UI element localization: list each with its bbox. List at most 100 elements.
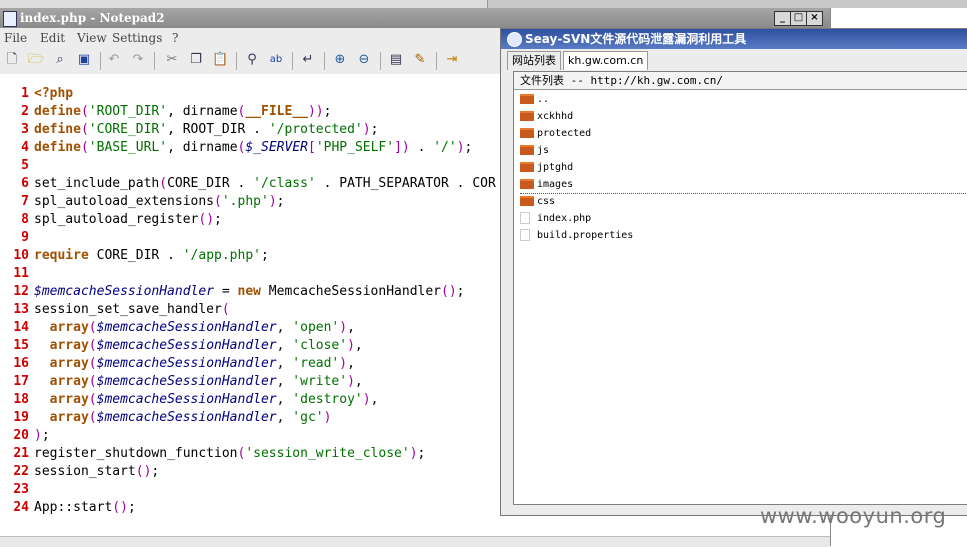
file-list-item[interactable]: index.php — [520, 211, 591, 227]
file-list-item[interactable]: protected — [520, 126, 591, 142]
menu-file[interactable]: File — [4, 31, 27, 45]
line-number: 6 — [21, 176, 29, 191]
file-list-item[interactable]: js — [520, 143, 549, 159]
tab-site-list[interactable]: 网站列表 — [507, 51, 561, 70]
close-button[interactable]: × — [806, 11, 823, 26]
redo-icon[interactable]: ↷ — [130, 52, 146, 68]
folder-icon — [520, 179, 534, 189]
save-icon[interactable]: ▣ — [76, 52, 92, 68]
file-list-item[interactable]: jptghd — [520, 160, 573, 176]
code-line: array($memcacheSessionHandler, 'gc') — [49, 410, 332, 425]
open-icon[interactable]: 🗁 — [28, 52, 44, 68]
file-name: index.php — [537, 213, 592, 224]
file-name: .. — [537, 94, 550, 105]
paste-icon[interactable]: 📋 — [212, 52, 228, 68]
wordwrap-icon[interactable]: ↵ — [300, 52, 316, 68]
seay-titlebar[interactable]: Seay-SVN文件源代码泄露漏洞利用工具 — [501, 29, 967, 49]
file-icon — [520, 212, 530, 224]
replace-icon[interactable]: ab — [268, 52, 284, 68]
notepad-titlebar[interactable]: index.php - Notepad2 _ □ × — [0, 8, 830, 28]
toolbar-divider — [236, 52, 237, 70]
file-list-header: 文件列表 -- http://kh.gw.com.cn/ — [514, 72, 967, 90]
code-line: define('BASE_URL', dirname($_SERVER['PHP… — [34, 140, 473, 155]
toolbar-divider — [436, 52, 437, 70]
undo-icon[interactable]: ↶ — [106, 52, 122, 68]
line-number: 20 — [13, 428, 29, 443]
notepad-app-icon — [3, 11, 17, 27]
file-list-item[interactable]: .. — [520, 92, 549, 108]
line-number: 17 — [13, 374, 29, 389]
line-number: 15 — [13, 338, 29, 353]
toolbar-divider — [324, 52, 325, 70]
background-window-titlebar — [487, 0, 967, 8]
menu-settings[interactable]: Settings — [112, 31, 162, 45]
settings-icon[interactable]: ✎ — [412, 52, 428, 68]
toolbar-divider — [380, 52, 381, 70]
code-line: define('CORE_DIR', ROOT_DIR . '/protecte… — [34, 122, 379, 137]
horizontal-scrollbar[interactable] — [0, 536, 830, 547]
code-line: ); — [34, 428, 50, 443]
line-number: 8 — [21, 212, 29, 227]
line-number: 10 — [13, 248, 29, 263]
line-number: 5 — [21, 158, 29, 173]
code-line: App::start(); — [34, 500, 136, 515]
line-number: 2 — [21, 104, 29, 119]
line-number: 23 — [13, 482, 29, 497]
folder-icon — [520, 94, 534, 104]
menu-edit[interactable]: Edit — [40, 31, 65, 45]
code-line: define('ROOT_DIR', dirname(__FILE__)); — [34, 104, 332, 119]
code-line: array($memcacheSessionHandler, 'read'), — [49, 356, 355, 371]
code-line: array($memcacheSessionHandler, 'close'), — [49, 338, 363, 353]
line-number: 16 — [13, 356, 29, 371]
file-name: images — [537, 179, 574, 190]
file-list-item[interactable]: build.properties — [520, 228, 633, 244]
code-line: spl_autoload_extensions('.php'); — [34, 194, 285, 209]
copy-icon[interactable]: ❐ — [188, 52, 204, 68]
cut-icon[interactable]: ✂ — [164, 52, 180, 68]
line-number: 24 — [13, 500, 29, 515]
file-name: js — [537, 145, 550, 156]
zoom-in-icon[interactable]: ⊕ — [332, 52, 348, 68]
code-line: array($memcacheSessionHandler, 'write'), — [49, 374, 363, 389]
view-icon[interactable]: ▤ — [388, 52, 404, 68]
file-list-item[interactable]: images — [520, 177, 966, 194]
code-line: array($memcacheSessionHandler, 'destroy'… — [49, 392, 379, 407]
line-number: 14 — [13, 320, 29, 335]
line-number: 19 — [13, 410, 29, 425]
folder-icon — [520, 128, 534, 138]
toolbar-divider — [292, 52, 293, 70]
new-icon[interactable]: 🗋 — [4, 52, 20, 68]
line-number: 12 — [13, 284, 29, 299]
seay-title: Seay-SVN文件源代码泄露漏洞利用工具 — [525, 32, 747, 46]
menu-view[interactable]: View — [77, 31, 107, 45]
line-number: 4 — [21, 140, 29, 155]
line-number: 9 — [21, 230, 29, 245]
line-number: 3 — [21, 122, 29, 137]
file-name: build.properties — [537, 230, 634, 241]
seay-svn-window: Seay-SVN文件源代码泄露漏洞利用工具 网站列表 kh.gw.com.cn … — [500, 28, 967, 516]
find-icon[interactable]: ⚲ — [244, 52, 260, 68]
file-list-item[interactable]: css — [520, 194, 555, 210]
maximize-button[interactable]: □ — [790, 11, 807, 26]
toolbar-divider — [100, 52, 101, 70]
zoom-out-icon[interactable]: ⊖ — [356, 52, 372, 68]
folder-icon — [520, 162, 534, 172]
line-number-gutter: 1 2 3 4 5 6 7 8 9 10 11 12 13 14 15 16 17 18 19 20 21 22 23 24 — [0, 74, 31, 536]
exit-icon[interactable]: ⇥ — [444, 52, 460, 68]
seay-app-icon — [507, 32, 522, 47]
notepad-title: index.php - Notepad2 — [20, 11, 165, 25]
file-list-item[interactable]: xckhhd — [520, 109, 573, 125]
folder-icon — [520, 111, 534, 121]
line-number: 11 — [13, 266, 29, 281]
menu-help[interactable]: ? — [172, 31, 178, 45]
tab-kh-gw-com-cn[interactable]: kh.gw.com.cn — [563, 51, 649, 70]
watermark: www.wooyun.org — [760, 504, 947, 528]
file-name: css — [537, 196, 556, 207]
minimize-button[interactable]: _ — [774, 11, 791, 26]
line-number: 18 — [13, 392, 29, 407]
code-line: require CORE_DIR . '/app.php'; — [34, 248, 269, 263]
browse-icon[interactable]: ⌕ — [52, 52, 68, 68]
file-icon — [520, 229, 530, 241]
folder-icon — [520, 145, 534, 155]
line-number: 7 — [21, 194, 29, 209]
